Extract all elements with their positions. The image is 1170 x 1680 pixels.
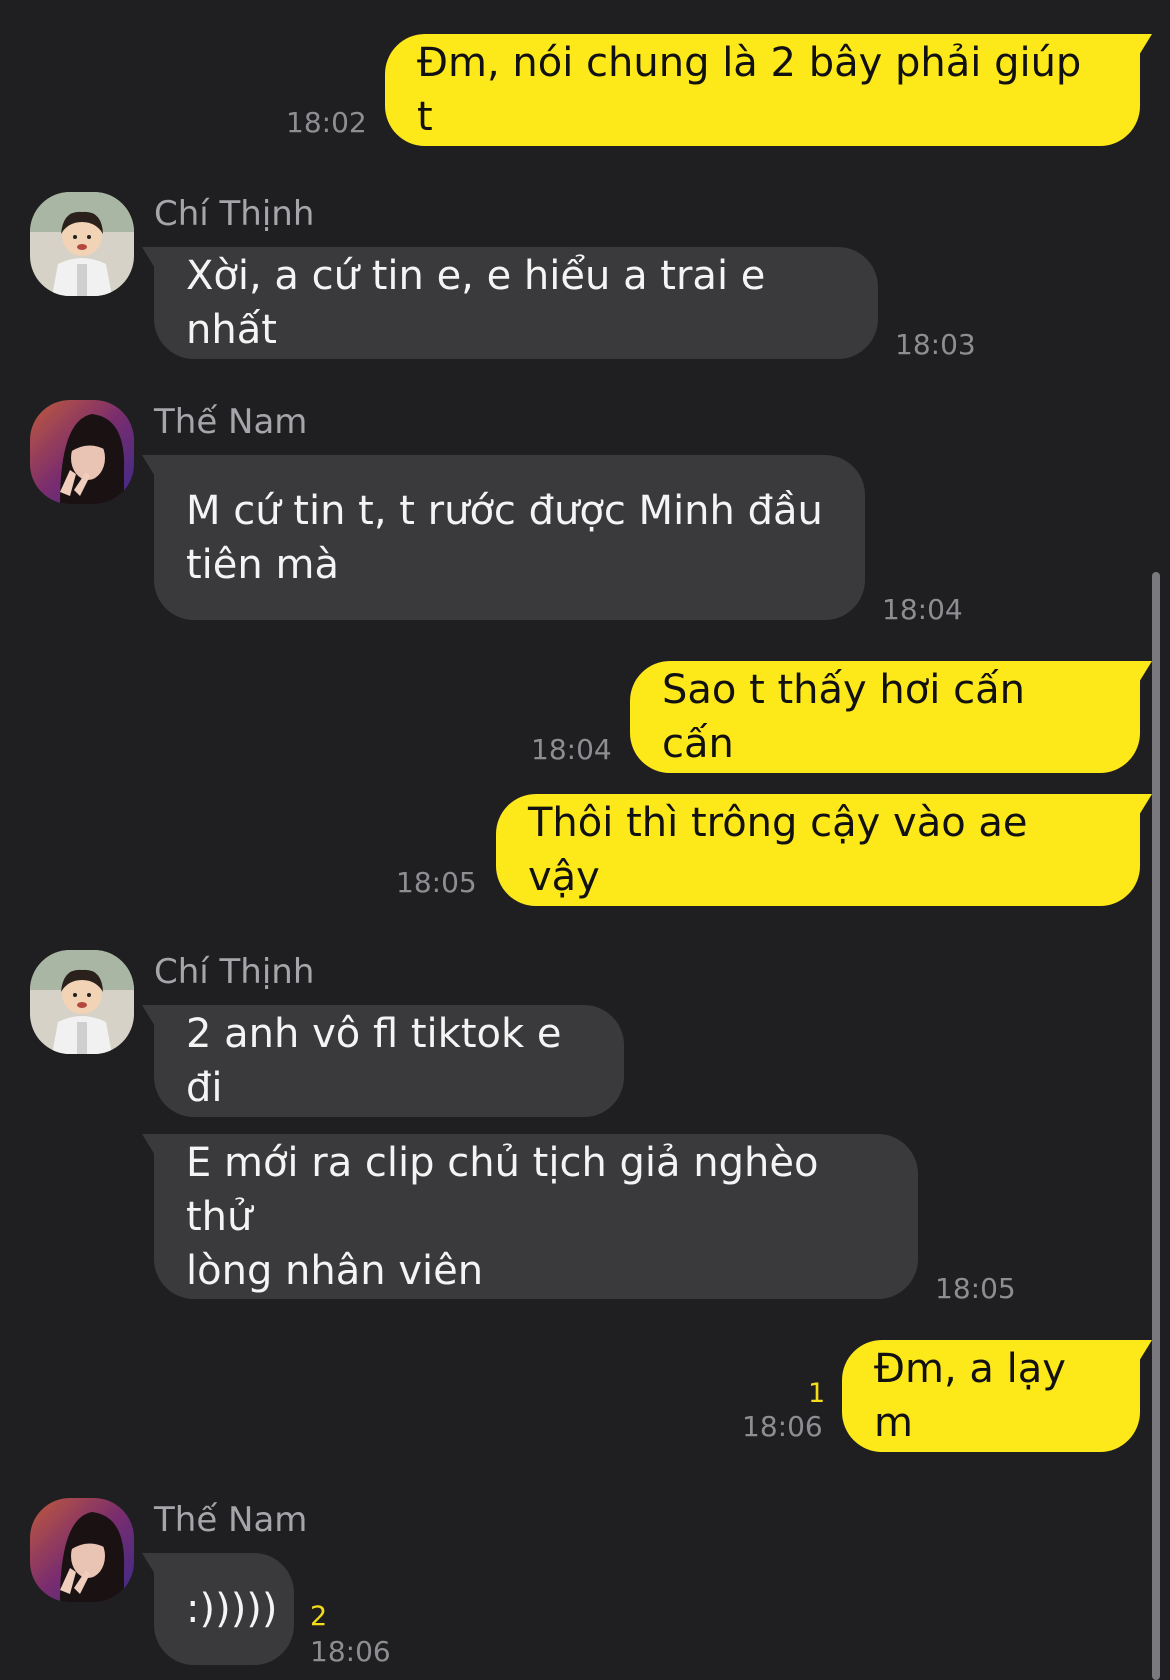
- message-time: 18:04: [531, 733, 612, 766]
- girl-avatar-icon: [30, 1498, 134, 1602]
- message-time: 18:04: [882, 593, 963, 626]
- my-message-bubble[interactable]: Thôi thì trông cậy vào ae vậy: [496, 794, 1152, 906]
- girl-avatar-icon: [30, 400, 134, 504]
- sender-name: Chí Thịnh: [154, 194, 315, 234]
- message-time: 18:05: [396, 866, 477, 899]
- sender-name: Thế Nam: [154, 402, 308, 442]
- boy-avatar-icon: [30, 192, 134, 296]
- my-message-bubble[interactable]: Đm, a lạy m: [842, 1340, 1152, 1452]
- message-time: 18:06: [742, 1410, 823, 1443]
- unread-count: 2: [310, 1601, 328, 1632]
- their-message-bubble[interactable]: E mới ra clip chủ tịch giả nghèo thử lòn…: [142, 1134, 918, 1299]
- their-message-bubble[interactable]: M cứ tin t, t rước được Minh đầu tiên mà: [142, 455, 865, 620]
- chat-room: 18:02 Đm, nói chung là 2 bây phải giúp t…: [0, 0, 1170, 1680]
- message-time: 18:02: [286, 106, 367, 139]
- message-time: 18:05: [935, 1272, 1016, 1305]
- message-time: 18:03: [895, 328, 976, 361]
- sender-name: Chí Thịnh: [154, 952, 315, 992]
- avatar[interactable]: [30, 400, 134, 504]
- unread-count: 1: [808, 1378, 826, 1409]
- avatar[interactable]: [30, 950, 134, 1054]
- sender-name: Thế Nam: [154, 1500, 308, 1540]
- avatar[interactable]: [30, 1498, 134, 1602]
- message-time: 18:06: [310, 1635, 391, 1668]
- scrollbar[interactable]: [1152, 572, 1160, 1680]
- my-message-bubble[interactable]: Đm, nói chung là 2 bây phải giúp t: [385, 34, 1152, 146]
- boy-avatar-icon: [30, 950, 134, 1054]
- their-message-bubble[interactable]: :))))): [142, 1553, 294, 1665]
- their-message-bubble[interactable]: Xời, a cứ tin e, e hiểu a trai e nhất: [142, 247, 878, 359]
- avatar[interactable]: [30, 192, 134, 296]
- their-message-bubble[interactable]: 2 anh vô fl tiktok e đi: [142, 1005, 624, 1117]
- my-message-bubble[interactable]: Sao t thấy hơi cấn cấn: [630, 661, 1152, 773]
